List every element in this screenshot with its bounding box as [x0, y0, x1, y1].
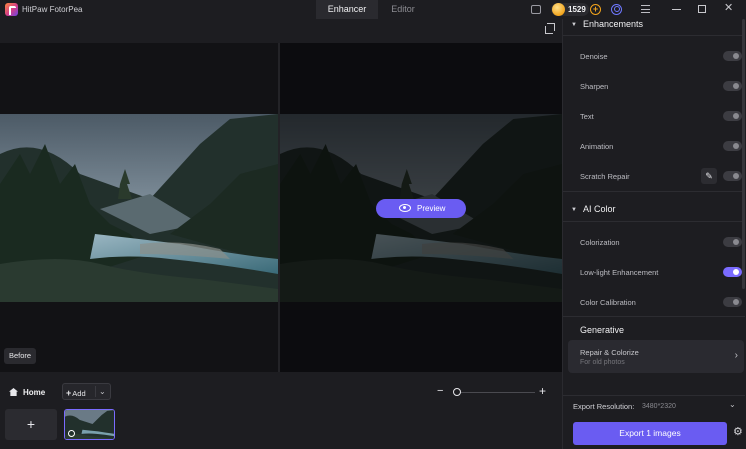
sharpen-toggle[interactable]	[723, 81, 742, 91]
zoom-slider-thumb[interactable]	[453, 388, 461, 396]
option-text: Text	[580, 110, 742, 124]
add-divider	[95, 386, 96, 397]
option-label: Sharpen	[580, 82, 609, 91]
title-bar: HitPaw FotorPea Enhancer Editor 1529 + ✕	[0, 0, 746, 19]
option-label: Text	[580, 112, 594, 121]
gear-icon[interactable]: ⚙	[733, 427, 744, 438]
add-button[interactable]: +Add ⌄	[62, 383, 111, 400]
section-ai-color[interactable]: ▼ AI Color	[571, 204, 615, 214]
tab-editor[interactable]: Editor	[372, 0, 434, 19]
animation-toggle[interactable]	[723, 141, 742, 151]
option-scratch-repair: Scratch Repair ✎	[580, 168, 742, 184]
home-label[interactable]: Home	[23, 388, 45, 397]
eye-icon	[399, 204, 411, 212]
add-image-tile[interactable]: +	[5, 409, 57, 440]
chevron-right-icon: ›	[734, 350, 738, 361]
export-resolution-label: Export Resolution:	[573, 402, 635, 411]
tab-enhancer[interactable]: Enhancer	[316, 0, 378, 19]
option-label: Animation	[580, 142, 614, 151]
zoom-slider[interactable]	[455, 392, 535, 393]
before-image	[0, 114, 278, 302]
add-label: +Add	[66, 388, 86, 398]
option-denoise: Denoise	[580, 50, 742, 64]
zoom-in-icon[interactable]: +	[539, 385, 546, 397]
bottom-bar: Home +Add ⌄ − + +	[0, 372, 562, 449]
divider	[563, 191, 745, 192]
option-label: Denoise	[580, 52, 608, 61]
divider	[563, 316, 745, 317]
preview-button[interactable]: Preview	[376, 199, 466, 218]
option-sharpen: Sharpen	[580, 80, 742, 94]
close-icon[interactable]: ✕	[724, 1, 733, 14]
repair-colorize-card[interactable]: Repair & Colorize For old photos ›	[568, 340, 744, 373]
option-colorization: Colorization	[580, 236, 742, 250]
option-label: Colorization	[580, 238, 620, 247]
option-label: Scratch Repair	[580, 172, 630, 181]
section-title: Enhancements	[582, 19, 643, 29]
before-tag: Before	[4, 348, 37, 364]
crop-icon[interactable]	[545, 23, 555, 34]
credits-count: 1529	[568, 5, 586, 14]
coin-icon	[552, 3, 565, 16]
divider	[563, 35, 745, 36]
card-subtitle: For old photos	[580, 359, 625, 366]
zoom-out-icon[interactable]: −	[437, 386, 443, 397]
option-label: Color Calibration	[580, 298, 636, 307]
export-button[interactable]: Export 1 images	[573, 422, 727, 445]
clock-icon	[68, 430, 75, 437]
denoise-toggle[interactable]	[723, 51, 742, 61]
option-label: Low-light Enhancement	[580, 268, 659, 277]
scratch-repair-toggle[interactable]	[723, 171, 742, 181]
minimize-icon[interactable]	[672, 9, 681, 10]
section-enhancements[interactable]: ▼ Enhancements	[571, 19, 643, 29]
colorization-toggle[interactable]	[723, 237, 742, 247]
divider	[563, 221, 745, 222]
text-toggle[interactable]	[723, 111, 742, 121]
panel-scrollbar[interactable]	[742, 19, 745, 289]
option-animation: Animation	[580, 140, 742, 154]
canvas-area: Preview Before	[0, 19, 562, 372]
image-thumbnail[interactable]	[64, 409, 115, 440]
export-resolution-value: 3480*2320	[642, 403, 676, 410]
color-calibration-toggle[interactable]	[723, 297, 742, 307]
enhance-panel: ▼ Enhancements Denoise Sharpen Text Anima…	[562, 19, 746, 449]
caret-down-icon: ▼	[571, 22, 577, 28]
canvas-toolbar	[0, 19, 562, 43]
chevron-down-icon[interactable]: ⌄	[99, 387, 106, 396]
chevron-double-down-icon[interactable]: ⌄	[729, 400, 736, 409]
feedback-icon[interactable]	[531, 5, 541, 14]
section-title: AI Color	[582, 204, 616, 214]
brush-icon[interactable]: ✎	[701, 168, 717, 184]
caret-down-icon: ▼	[571, 207, 577, 213]
account-icon[interactable]	[611, 4, 622, 15]
option-low-light: Low-light Enhancement	[580, 266, 742, 280]
option-color-calibration: Color Calibration	[580, 296, 742, 310]
maximize-icon[interactable]	[698, 5, 706, 13]
buy-credits-icon[interactable]: +	[590, 4, 601, 15]
app-title: HitPaw FotorPea	[22, 5, 83, 14]
app-logo	[5, 3, 18, 16]
add-text: Add	[72, 389, 86, 398]
plus-icon: +	[66, 388, 72, 398]
preview-label: Preview	[417, 204, 446, 213]
divider	[563, 395, 745, 396]
section-generative: Generative	[580, 325, 625, 335]
menu-icon[interactable]	[641, 5, 650, 13]
home-icon[interactable]	[9, 388, 18, 396]
low-light-toggle[interactable]	[723, 267, 742, 277]
card-title: Repair & Colorize	[580, 348, 639, 357]
